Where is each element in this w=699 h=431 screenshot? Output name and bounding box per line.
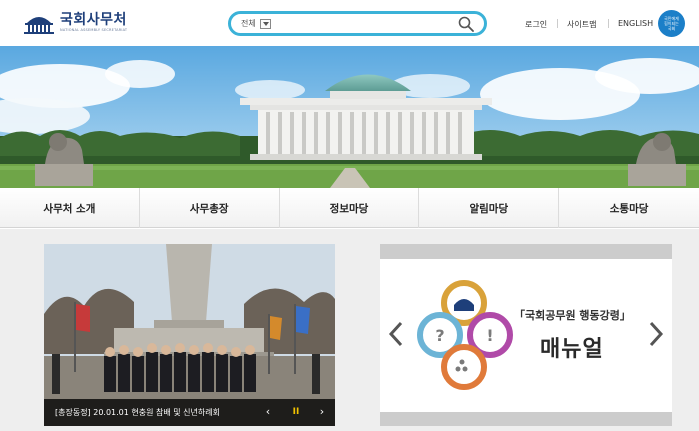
news-caption-bar: [총장동정] 20.01.01 현충원 참배 및 신년하례회 ‹ II › — [44, 399, 335, 426]
chevron-down-icon[interactable] — [259, 18, 271, 29]
search-box: 전체 — [228, 11, 487, 36]
badge-line: 국회 — [667, 26, 676, 31]
nav-item-about[interactable]: 사무처 소개 — [0, 188, 140, 228]
logo-subtitle: NATIONAL ASSEMBLY SECRETARIAT — [60, 28, 128, 32]
nav-item-notice[interactable]: 알림마당 — [419, 188, 560, 228]
site-logo[interactable]: 국회사무처 NATIONAL ASSEMBLY SECRETARIAT — [22, 10, 142, 36]
main-navigation: 사무처 소개 사무총장 정보마당 알림마당 소통마당 — [0, 188, 699, 228]
search-scope-select[interactable]: 전체 — [241, 18, 256, 29]
login-link[interactable]: 로그인 — [525, 19, 547, 30]
util-divider — [608, 19, 609, 28]
util-divider — [557, 19, 558, 28]
nav-item-secretary-general[interactable]: 사무총장 — [140, 188, 280, 228]
news-slider[interactable]: [총장동정] 20.01.01 현충원 참배 및 신년하례회 ‹ II › — [44, 244, 335, 426]
assembly-building-icon — [24, 17, 54, 34]
banner-title: 「국회공무원 행동강령」 — [514, 309, 631, 322]
nav-item-communication[interactable]: 소통마당 — [559, 188, 699, 228]
chevron-left-icon[interactable]: ‹ — [261, 405, 275, 419]
promo-banner[interactable]: ? ! 「국회공무원 행동강령」 매뉴얼 — [380, 244, 672, 426]
slogan-badge[interactable]: 국민에게 힘이되는 국회 — [658, 10, 685, 37]
svg-text:!: ! — [486, 326, 493, 345]
nav-item-information[interactable]: 정보마당 — [280, 188, 420, 228]
english-link[interactable]: ENGLISH — [618, 19, 653, 28]
hero-banner — [0, 46, 699, 188]
chevron-right-icon[interactable]: › — [315, 405, 329, 419]
code-of-conduct-logo: ? ! — [417, 280, 513, 390]
assembly-building-photo — [0, 46, 699, 188]
banner-manual-text: 매뉴얼 — [540, 337, 604, 362]
main-content: [총장동정] 20.01.01 현충원 참배 및 신년하례회 ‹ II › ? … — [0, 229, 699, 431]
news-caption[interactable]: [총장동정] 20.01.01 현충원 참배 및 신년하례회 — [55, 407, 220, 418]
search-icon[interactable] — [458, 16, 474, 32]
sitemap-link[interactable]: 사이트맵 — [567, 19, 596, 30]
svg-text:?: ? — [435, 326, 444, 345]
logo-title: 국회사무처 — [60, 12, 127, 28]
chevron-left-icon[interactable] — [386, 321, 406, 347]
pause-icon[interactable]: II — [289, 405, 303, 419]
site-header: 국회사무처 NATIONAL ASSEMBLY SECRETARIAT 전체 로… — [0, 0, 699, 46]
chevron-right-icon[interactable] — [646, 321, 666, 347]
search-input[interactable] — [279, 16, 449, 31]
